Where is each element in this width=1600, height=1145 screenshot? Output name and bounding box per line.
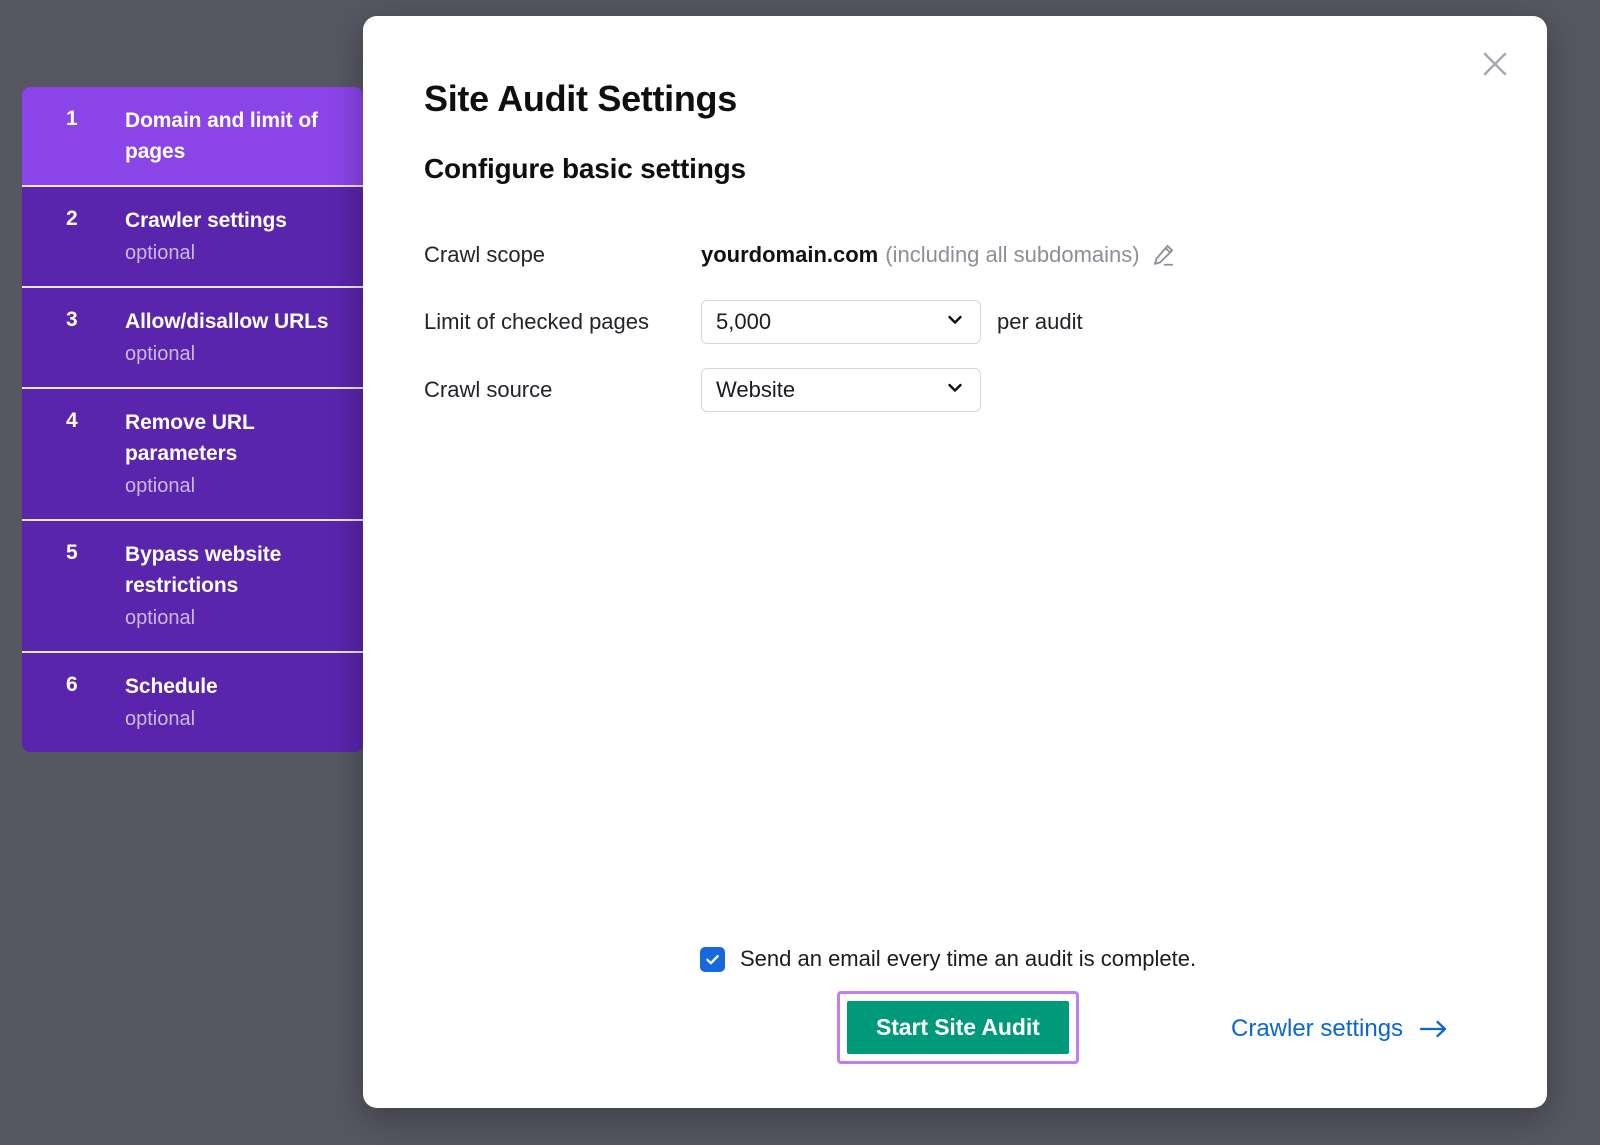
stepper-item-1-label: Domain and limit of pages	[125, 105, 345, 167]
stepper-item-3-label: Allow/disallow URLs	[125, 306, 345, 337]
crawl-scope-row: Crawl scope yourdomain.com (including al…	[424, 236, 1484, 274]
limit-of-pages-label: Limit of checked pages	[424, 307, 701, 337]
stepper-item-6-number: 6	[66, 671, 78, 699]
stepper-item-4[interactable]: 4 Remove URL parameters optional	[22, 389, 363, 521]
limit-of-pages-select-wrap: 5,000	[701, 300, 981, 344]
limit-of-pages-select[interactable]: 5,000	[701, 300, 981, 344]
start-site-audit-button[interactable]: Start Site Audit	[847, 1001, 1069, 1054]
crawler-settings-link-label: Crawler settings	[1231, 1013, 1403, 1045]
close-icon[interactable]	[1473, 42, 1517, 86]
email-notification-checkbox[interactable]	[700, 947, 725, 972]
limit-of-pages-row: Limit of checked pages 5,000 per audit	[424, 300, 1484, 344]
stepper-item-2-optional: optional	[125, 238, 345, 268]
stepper-item-1[interactable]: 1 Domain and limit of pages	[22, 87, 363, 187]
section-title: Configure basic settings	[424, 153, 746, 185]
stepper-item-3-optional: optional	[125, 339, 345, 369]
crawl-source-select-wrap: Website	[701, 368, 981, 412]
pencil-icon[interactable]	[1150, 242, 1176, 268]
stepper-item-6-optional: optional	[125, 704, 345, 734]
crawl-scope-suffix: (including all subdomains)	[885, 240, 1139, 270]
email-notification-row: Send an email every time an audit is com…	[700, 944, 1196, 974]
stepper-item-6-label: Schedule	[125, 671, 345, 702]
stepper-item-6[interactable]: 6 Schedule optional	[22, 653, 363, 752]
stepper-item-4-label: Remove URL parameters	[125, 407, 345, 469]
start-site-audit-highlight: Start Site Audit	[837, 991, 1079, 1064]
site-audit-settings-modal: Site Audit Settings Configure basic sett…	[363, 16, 1547, 1108]
stepper-item-5-optional: optional	[125, 603, 345, 633]
settings-stepper: 1 Domain and limit of pages 2 Crawler se…	[22, 87, 363, 752]
stepper-item-3[interactable]: 3 Allow/disallow URLs optional	[22, 288, 363, 389]
stepper-item-2[interactable]: 2 Crawler settings optional	[22, 187, 363, 288]
stepper-item-2-number: 2	[66, 205, 78, 233]
stepper-item-5-label: Bypass website restrictions	[125, 539, 345, 601]
stepper-item-2-label: Crawler settings	[125, 205, 345, 236]
stepper-item-5-number: 5	[66, 539, 78, 567]
crawler-settings-link[interactable]: Crawler settings	[1231, 1013, 1449, 1045]
limit-of-pages-suffix: per audit	[997, 307, 1083, 337]
stepper-item-3-number: 3	[66, 306, 78, 334]
crawl-source-label: Crawl source	[424, 375, 701, 405]
crawl-source-select[interactable]: Website	[701, 368, 981, 412]
crawl-scope-value: yourdomain.com	[701, 240, 878, 270]
stepper-item-1-number: 1	[66, 105, 78, 133]
stepper-item-4-optional: optional	[125, 471, 345, 501]
stepper-item-4-number: 4	[66, 407, 78, 435]
crawl-scope-label: Crawl scope	[424, 240, 701, 270]
crawl-source-row: Crawl source Website	[424, 368, 1484, 412]
stepper-item-5[interactable]: 5 Bypass website restrictions optional	[22, 521, 363, 653]
email-notification-label: Send an email every time an audit is com…	[740, 944, 1196, 974]
page-title: Site Audit Settings	[424, 78, 737, 120]
arrow-right-icon	[1419, 1019, 1449, 1039]
